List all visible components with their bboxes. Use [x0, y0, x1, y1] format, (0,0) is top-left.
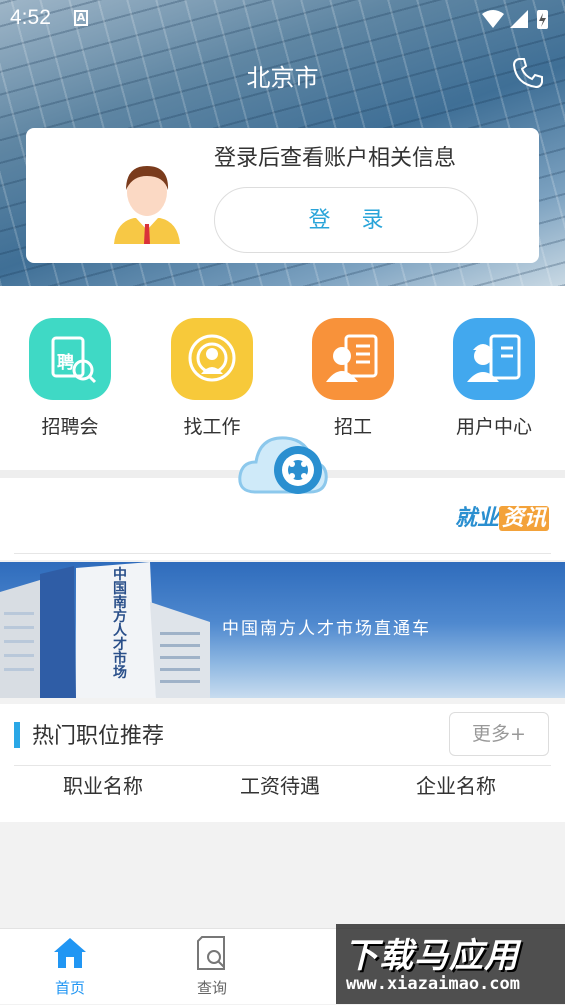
news-logo: 就业 资讯	[455, 500, 549, 532]
menu-item-recruitment-fair[interactable]: 聘 招聘会	[10, 318, 130, 439]
column-company: 企业名称	[416, 774, 496, 798]
tab-search[interactable]: 查询	[142, 929, 282, 1005]
news-divider	[14, 553, 551, 554]
news-logo-part1: 就业	[454, 506, 499, 531]
watermark-url: www.xiazaimao.com	[346, 974, 520, 994]
column-job-title: 职业名称	[63, 774, 143, 798]
avatar-icon	[114, 166, 180, 244]
recruitment-fair-icon: 聘	[29, 318, 111, 400]
promo-banner[interactable]: 中国南方人才市场 中国南方人才市场直通车	[0, 562, 565, 698]
header-banner: 4:52 A 北京市 登录后查看账户相关信息 登 录	[0, 0, 565, 286]
menu-item-user-center[interactable]: 用户中心	[434, 318, 554, 439]
hot-jobs-divider	[14, 765, 551, 766]
section-accent-bar	[14, 722, 20, 748]
status-icons	[482, 10, 548, 29]
watermark-title: 下载马应用	[344, 936, 519, 976]
news-logo-part2: 资讯	[498, 506, 549, 531]
tab-search-label: 查询	[196, 979, 227, 997]
wifi-icon	[482, 10, 504, 28]
recruitment-fair-icon-text: 聘	[57, 353, 74, 373]
hot-jobs-title: 热门职位推荐	[32, 724, 165, 749]
building-sign: 中国南方人才市场	[113, 567, 127, 681]
hot-jobs-section: 热门职位推荐 更多+ 职业名称 工资待遇 企业名称	[0, 704, 565, 822]
menu-label-user-center: 用户中心	[455, 416, 532, 438]
menu-item-hire[interactable]: 招工	[293, 318, 413, 439]
tab-home[interactable]: 首页	[0, 929, 140, 1005]
home-icon	[54, 938, 86, 968]
user-center-icon	[453, 318, 535, 400]
hire-icon	[312, 318, 394, 400]
city-title[interactable]: 北京市	[0, 58, 565, 93]
notification-a-icon: A	[74, 10, 88, 26]
more-button[interactable]: 更多+	[449, 712, 549, 756]
menu-item-find-job[interactable]: 找工作	[152, 318, 272, 439]
status-bar: 4:52 A	[0, 0, 565, 38]
tab-home-label: 首页	[54, 979, 85, 997]
login-card: 登录后查看账户相关信息 登 录	[26, 128, 539, 263]
login-button[interactable]: 登 录	[214, 187, 478, 253]
signal-icon	[510, 10, 528, 28]
phone-icon[interactable]	[511, 56, 545, 90]
find-job-icon	[171, 318, 253, 400]
login-prompt: 登录后查看账户相关信息	[214, 146, 457, 171]
floating-cloud-button[interactable]	[236, 428, 330, 502]
column-salary: 工资待遇	[240, 774, 320, 798]
watermark-logo: 下载马应用 www.xiazaimao.com	[336, 924, 565, 1004]
banner-text: 中国南方人才市场直通车	[222, 619, 431, 639]
status-time: 4:52	[10, 6, 51, 29]
search-icon	[197, 936, 225, 970]
menu-label-recruitment-fair: 招聘会	[41, 416, 99, 438]
